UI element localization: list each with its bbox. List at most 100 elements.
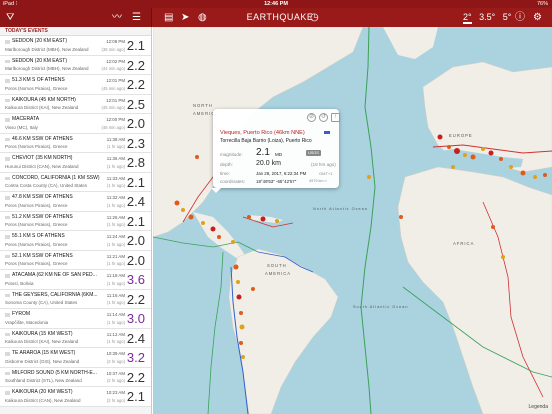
event-time: 11:32 AM xyxy=(106,195,125,200)
event-time: 10:37 AM xyxy=(106,370,125,376)
flag-icon xyxy=(5,176,10,180)
flag-icon xyxy=(5,79,10,83)
event-time: 11:33 AM xyxy=(106,175,125,181)
depth-ago: (18 hrs ago) xyxy=(311,162,336,167)
event-row[interactable]: FYROM Vrapčište, Macedonia 11:14 AM (1 hr a… xyxy=(0,309,151,329)
map-label-north-atlantic: North Atlantic Ocean xyxy=(313,207,368,211)
event-time: 10:23 AM xyxy=(106,390,125,395)
event-ago: (1 hr ago) xyxy=(106,144,125,149)
event-ago: (46 min ago) xyxy=(101,124,125,130)
app-title: EARTHQUAKE xyxy=(246,12,314,22)
event-magnitude: 2.1 xyxy=(126,174,145,190)
event-row[interactable]: SEDDON (20 KM EAST) Marlborough District … xyxy=(0,55,151,75)
event-time: 11:18 AM xyxy=(106,273,125,278)
event-ago: (45 min ago) xyxy=(101,85,125,91)
event-row[interactable]: 51.2 KM SSW OF ATHENS Poros (Nomos Piraio… xyxy=(0,211,151,231)
history-icon[interactable]: ↺ xyxy=(319,113,328,122)
event-region: Kaikoura District (KAI), New Zealand xyxy=(5,105,79,110)
event-list[interactable]: TODAY'S EVENTS SEDDON (20 KM EAST) Marlbo… xyxy=(0,27,152,414)
event-time: 11:14 AM xyxy=(106,312,125,317)
event-magnitude: 2.4 xyxy=(126,194,145,209)
mag-filter-5[interactable]: 5° xyxy=(503,12,512,22)
event-magnitude: 2.2 xyxy=(126,291,145,307)
share-icon[interactable]: ↑ xyxy=(331,113,340,122)
seismograph-icon[interactable]: 〰 xyxy=(112,8,122,27)
event-time: 11:36 AM xyxy=(106,156,125,161)
event-row[interactable]: 52.1 KM SSW OF ATHENS Poros (Nomos Piraio… xyxy=(0,250,151,270)
event-ago: (1 hr ago) xyxy=(106,163,125,169)
event-row[interactable]: TE ARAROA (15 KM WEST) Gisborne District … xyxy=(0,348,151,368)
map-label-north: NORTH xyxy=(193,103,213,108)
event-region: Visso (MC), Italy xyxy=(5,124,38,130)
flag-icon xyxy=(5,98,10,102)
event-region: Kaikoura District (CAN), New Zealand xyxy=(5,397,81,403)
event-row[interactable]: KAIKOURA (45 KM NORTH) Kaikoura District … xyxy=(0,94,151,114)
event-time: 11:26 AM xyxy=(106,214,125,220)
event-place: TE ARAROA (15 KM WEST) xyxy=(12,350,76,356)
event-region: Sonoma County (CA), United States xyxy=(5,300,78,305)
depth-value: 20.0 km xyxy=(256,160,281,167)
event-row[interactable]: 46.6 KM SSW OF ATHENS Poros (Nomos Piraio… xyxy=(0,133,151,153)
event-place: FYROM xyxy=(12,311,31,317)
event-place: 52.1 KM SSW OF ATHENS xyxy=(12,252,73,259)
event-magnitude: 3.2 xyxy=(126,350,145,365)
block-icon[interactable]: ⊘ xyxy=(307,113,316,122)
flag-icon xyxy=(5,235,10,239)
location-icon[interactable]: ➤ xyxy=(181,8,189,27)
mag-filter-3-5[interactable]: 3.5° xyxy=(479,12,495,22)
world-map[interactable] xyxy=(153,27,552,414)
event-magnitude: 2.2 xyxy=(126,57,145,73)
event-region: Poros (Nomos Piraios), Greece xyxy=(5,261,68,266)
flag-icon xyxy=(5,118,10,122)
event-row[interactable]: 51.3 KM S OF ATHENS Poros (Nomos Piraios)… xyxy=(0,75,151,95)
mag-filter-2[interactable]: 2° xyxy=(463,12,472,24)
event-region: Gisborne District (GIS), New Zealand xyxy=(5,358,80,364)
event-ago: (1 hr ago) xyxy=(106,339,125,344)
flag-icon xyxy=(5,215,10,219)
legend-button[interactable]: Legenda xyxy=(529,404,548,410)
event-ago: (1 hr ago) xyxy=(106,241,125,247)
flag-icon xyxy=(5,293,10,297)
document-icon[interactable]: ▤ xyxy=(164,8,173,27)
event-magnitude: 2.0 xyxy=(126,233,145,248)
event-row[interactable]: ATACAMA (62 KM NE OF SAN PED... Potosí, B… xyxy=(0,270,151,290)
event-place: 46.6 KM SSW OF ATHENS xyxy=(12,135,73,142)
event-ago: (45 min ago) xyxy=(101,105,125,110)
event-place: KAIKOURA (20 KM WEST) xyxy=(12,389,73,395)
event-region: Poros (Nomos Piraios), Greece xyxy=(5,202,68,208)
event-row[interactable]: CHEVIOT (35 KM NORTH) Hurunui District (C… xyxy=(0,153,151,173)
event-place: THE GEYSERS, CALIFORNIA (6KM... xyxy=(12,291,98,298)
event-row[interactable]: KAIKOURA (20 KM WEST) Kaikoura District (… xyxy=(0,387,151,407)
event-row[interactable]: MILFORD SOUND (5 KM NORTH-E... Southland … xyxy=(0,367,151,387)
event-ago: (38 min ago) xyxy=(101,46,125,52)
event-row[interactable]: THE GEYSERS, CALIFORNIA (6KM... Sonoma Co… xyxy=(0,289,151,309)
list-icon[interactable]: ☰ xyxy=(132,8,141,27)
event-row[interactable]: MACERATA Visso (MC), Italy 12:00 PM (46 min… xyxy=(0,114,151,134)
event-time: 12:00 PM xyxy=(106,117,125,122)
flag-icon xyxy=(5,59,10,63)
event-region: Hurunui District (CAN), New Zealand xyxy=(5,163,79,169)
event-region: Kaikoura District (KAI), New Zealand xyxy=(5,339,79,344)
battery-level: 76% xyxy=(536,1,548,7)
depth-label: depth: xyxy=(220,162,233,167)
info-icon[interactable]: ⓘ xyxy=(515,8,525,27)
event-row[interactable]: KAIKOURA (15 KM WEST) Kaikoura District (… xyxy=(0,328,151,348)
event-row[interactable]: SEDDON (20 KM EAST) Marlborough District … xyxy=(0,36,151,56)
event-region: Poros (Nomos Piraios), Greece xyxy=(5,144,68,149)
filter-icon[interactable]: ⛛ xyxy=(6,8,14,27)
event-place: 51.3 KM S OF ATHENS xyxy=(12,77,65,83)
event-row[interactable]: 47.8 KM SSW OF ATHENS Poros (Nomos Piraio… xyxy=(0,192,151,212)
map-view[interactable]: NORTH AMERICA SOUTH AMERICA EUROPE AFRIC… xyxy=(153,27,552,414)
event-place: ATACAMA (62 KM NE OF SAN PED... xyxy=(12,272,97,278)
map-label-south: SOUTH xyxy=(267,263,287,268)
flag-icon xyxy=(5,371,10,375)
event-time: 11:24 AM xyxy=(106,234,125,239)
flag-icon xyxy=(5,196,10,200)
event-row[interactable]: 55.1 KM S OF ATHENS Poros (Nomos Piraios)… xyxy=(0,231,151,251)
timezone: GMT+1 xyxy=(319,171,333,176)
settings-icon[interactable]: ⚙ xyxy=(533,8,542,27)
map-label-europe: EUROPE xyxy=(449,133,473,138)
magnitude-filter[interactable]: 2° 3.5° 5° xyxy=(463,8,516,27)
event-ago: (1 hr ago) xyxy=(106,202,125,208)
event-row[interactable]: CONCORD, CALIFORNIA (1 KM SSW) Contra Cos… xyxy=(0,172,151,192)
